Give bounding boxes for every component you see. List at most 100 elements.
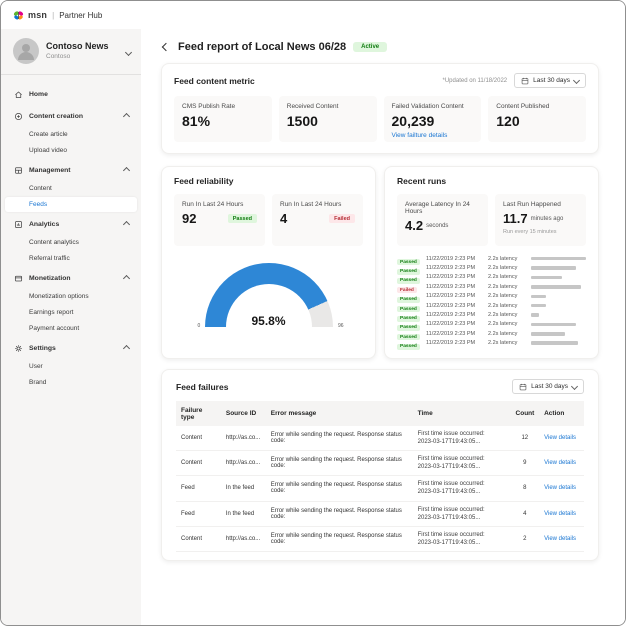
metric-tile: Received Content 1500 [279,96,377,142]
metric-label: Failed Validation Content [392,103,474,110]
sidebar-item-label: Referral traffic [29,255,70,262]
sidebar-item-brand[interactable]: Brand [1,374,141,390]
sidebar-item-create-article[interactable]: Create article [1,126,141,142]
view-details-link[interactable]: View details [539,426,584,451]
sidebar-item-payment-account[interactable]: Payment account [1,320,141,336]
kpi-label: Last Run Happened [503,201,578,208]
sidebar-item-upload-video[interactable]: Upload video [1,142,141,158]
sidebar-item-content[interactable]: Content [1,180,141,196]
chevron-left-icon [162,43,170,51]
date-range-label: Last 30 days [533,77,570,84]
sidebar-group-content-creation[interactable]: Content creation [1,107,141,126]
metric-value: 1500 [287,114,369,129]
cell-error-message: Error while sending the request. Respons… [266,526,413,551]
sidebar-item-label: Monetization options [29,293,89,300]
table-row: Feed In the feed Error while sending the… [176,476,584,501]
col-source-id: Source ID [221,401,266,426]
sidebar-item-home[interactable]: Home [1,85,141,104]
metric-value: 120 [496,114,578,129]
sidebar-item-referral-traffic[interactable]: Referral traffic [1,250,141,266]
cell-source-id: http://as.co... [221,451,266,476]
chevron-down-icon [126,42,131,60]
sidebar-item-label: Content [29,185,52,192]
run-latency: 2.2s latency [488,274,526,280]
home-icon [14,90,23,99]
calendar-icon [521,77,529,85]
wallet-icon [14,274,23,283]
kpi-label: Run In Last 24 Hours [280,201,355,208]
run-latency: 2.2s latency [488,331,526,337]
run-latency-bar [531,257,586,261]
metric-label: CMS Publish Rate [182,103,264,110]
sidebar-item-label: Earnings report [29,309,73,316]
recent-runs-list: Passed11/22/2019 2:23 PM2.2s latency Pas… [397,254,586,348]
kpi-unit: seconds [426,223,448,229]
run-latency-bar [531,332,565,336]
sidebar-item-user[interactable]: User [1,358,141,374]
cell-count: 9 [511,451,540,476]
chevron-up-icon [123,275,130,282]
sidebar-item-label: Home [29,91,48,98]
view-details-link[interactable]: View details [539,526,584,551]
sidebar-group-settings[interactable]: Settings [1,339,141,358]
run-latency-bar [531,313,539,317]
sidebar-item-earnings-report[interactable]: Earnings report [1,304,141,320]
view-details-link[interactable]: View details [539,451,584,476]
avg-latency-tile: Average Latency In 24 Hours 4.2 seconds [397,194,488,246]
run-time: 11/22/2019 2:23 PM [426,274,483,280]
metric-label: Received Content [287,103,369,110]
run-row: Passed11/22/2019 2:23 PM2.2s latency [397,339,586,348]
sidebar-group-management[interactable]: Management [1,161,141,180]
card-title: Recent runs [397,176,586,186]
sidebar-item-label: Payment account [29,325,79,332]
cell-source-id: In the feed [221,501,266,526]
run-latency: 2.2s latency [488,265,526,271]
run-time: 11/22/2019 2:23 PM [426,256,483,262]
run-row: Passed11/22/2019 2:23 PM2.2s latency [397,263,586,272]
view-details-link[interactable]: View details [539,476,584,501]
run-time: 11/22/2019 2:23 PM [426,284,483,290]
account-name: Contoso News [46,41,109,52]
metric-value: 81% [182,114,264,129]
run-latency: 2.2s latency [488,293,526,299]
sidebar-group-label: Settings [29,345,56,352]
account-switcher[interactable]: Contoso News Contoso [1,29,141,74]
updated-timestamp: *Updated on 11/18/2022 [443,78,508,84]
sidebar-group-monetization[interactable]: Monetization [1,269,141,288]
run-row: Passed11/22/2019 2:23 PM2.2s latency [397,310,586,319]
sidebar-item-content-analytics[interactable]: Content analytics [1,234,141,250]
calendar-icon [519,383,527,391]
cell-time: First time issue occurred:2023-03-17T19:… [413,501,511,526]
cell-count: 4 [511,501,540,526]
sidebar-divider [1,74,141,75]
back-button[interactable] [161,42,171,52]
chevron-up-icon [123,345,130,352]
sidebar-group-label: Monetization [29,275,71,282]
run-time: 11/22/2019 2:23 PM [426,321,483,327]
reliability-gauge: 95.8% 0 96 [205,263,333,327]
run-latency: 2.2s latency [488,303,526,309]
sidebar-item-monetization-options[interactable]: Monetization options [1,288,141,304]
metric-tile: Content Published 120 [488,96,586,142]
brand-separator: | [52,11,54,20]
view-failure-details-link[interactable]: View failture details [392,132,474,139]
date-range-dropdown[interactable]: Last 30 days [512,379,584,394]
metric-tile: Failed Validation Content 20,239 View fa… [384,96,482,142]
metric-tile: CMS Publish Rate 81% [174,96,272,142]
cell-time: First time issue occurred:2023-03-17T19:… [413,526,511,551]
page-title: Feed report of Local News 06/28 [178,41,346,53]
cell-failure-type: Content [176,451,221,476]
last-run-tile: Last Run Happened 11.7 minutes ago Run e… [495,194,586,246]
cell-failure-type: Content [176,426,221,451]
table-row: Content http://as.co... Error while send… [176,426,584,451]
sidebar-item-feeds[interactable]: Feeds [5,197,137,212]
cell-error-message: Error while sending the request. Respons… [266,451,413,476]
run-time: 11/22/2019 2:23 PM [426,340,483,346]
view-details-link[interactable]: View details [539,501,584,526]
sidebar-group-analytics[interactable]: Analytics [1,215,141,234]
metric-label: Content Published [496,103,578,110]
run-time: 11/22/2019 2:23 PM [426,265,483,271]
sidebar: Contoso News Contoso Home Content creati… [1,29,141,625]
col-action: Action [539,401,584,426]
date-range-dropdown[interactable]: Last 30 days [514,73,586,88]
